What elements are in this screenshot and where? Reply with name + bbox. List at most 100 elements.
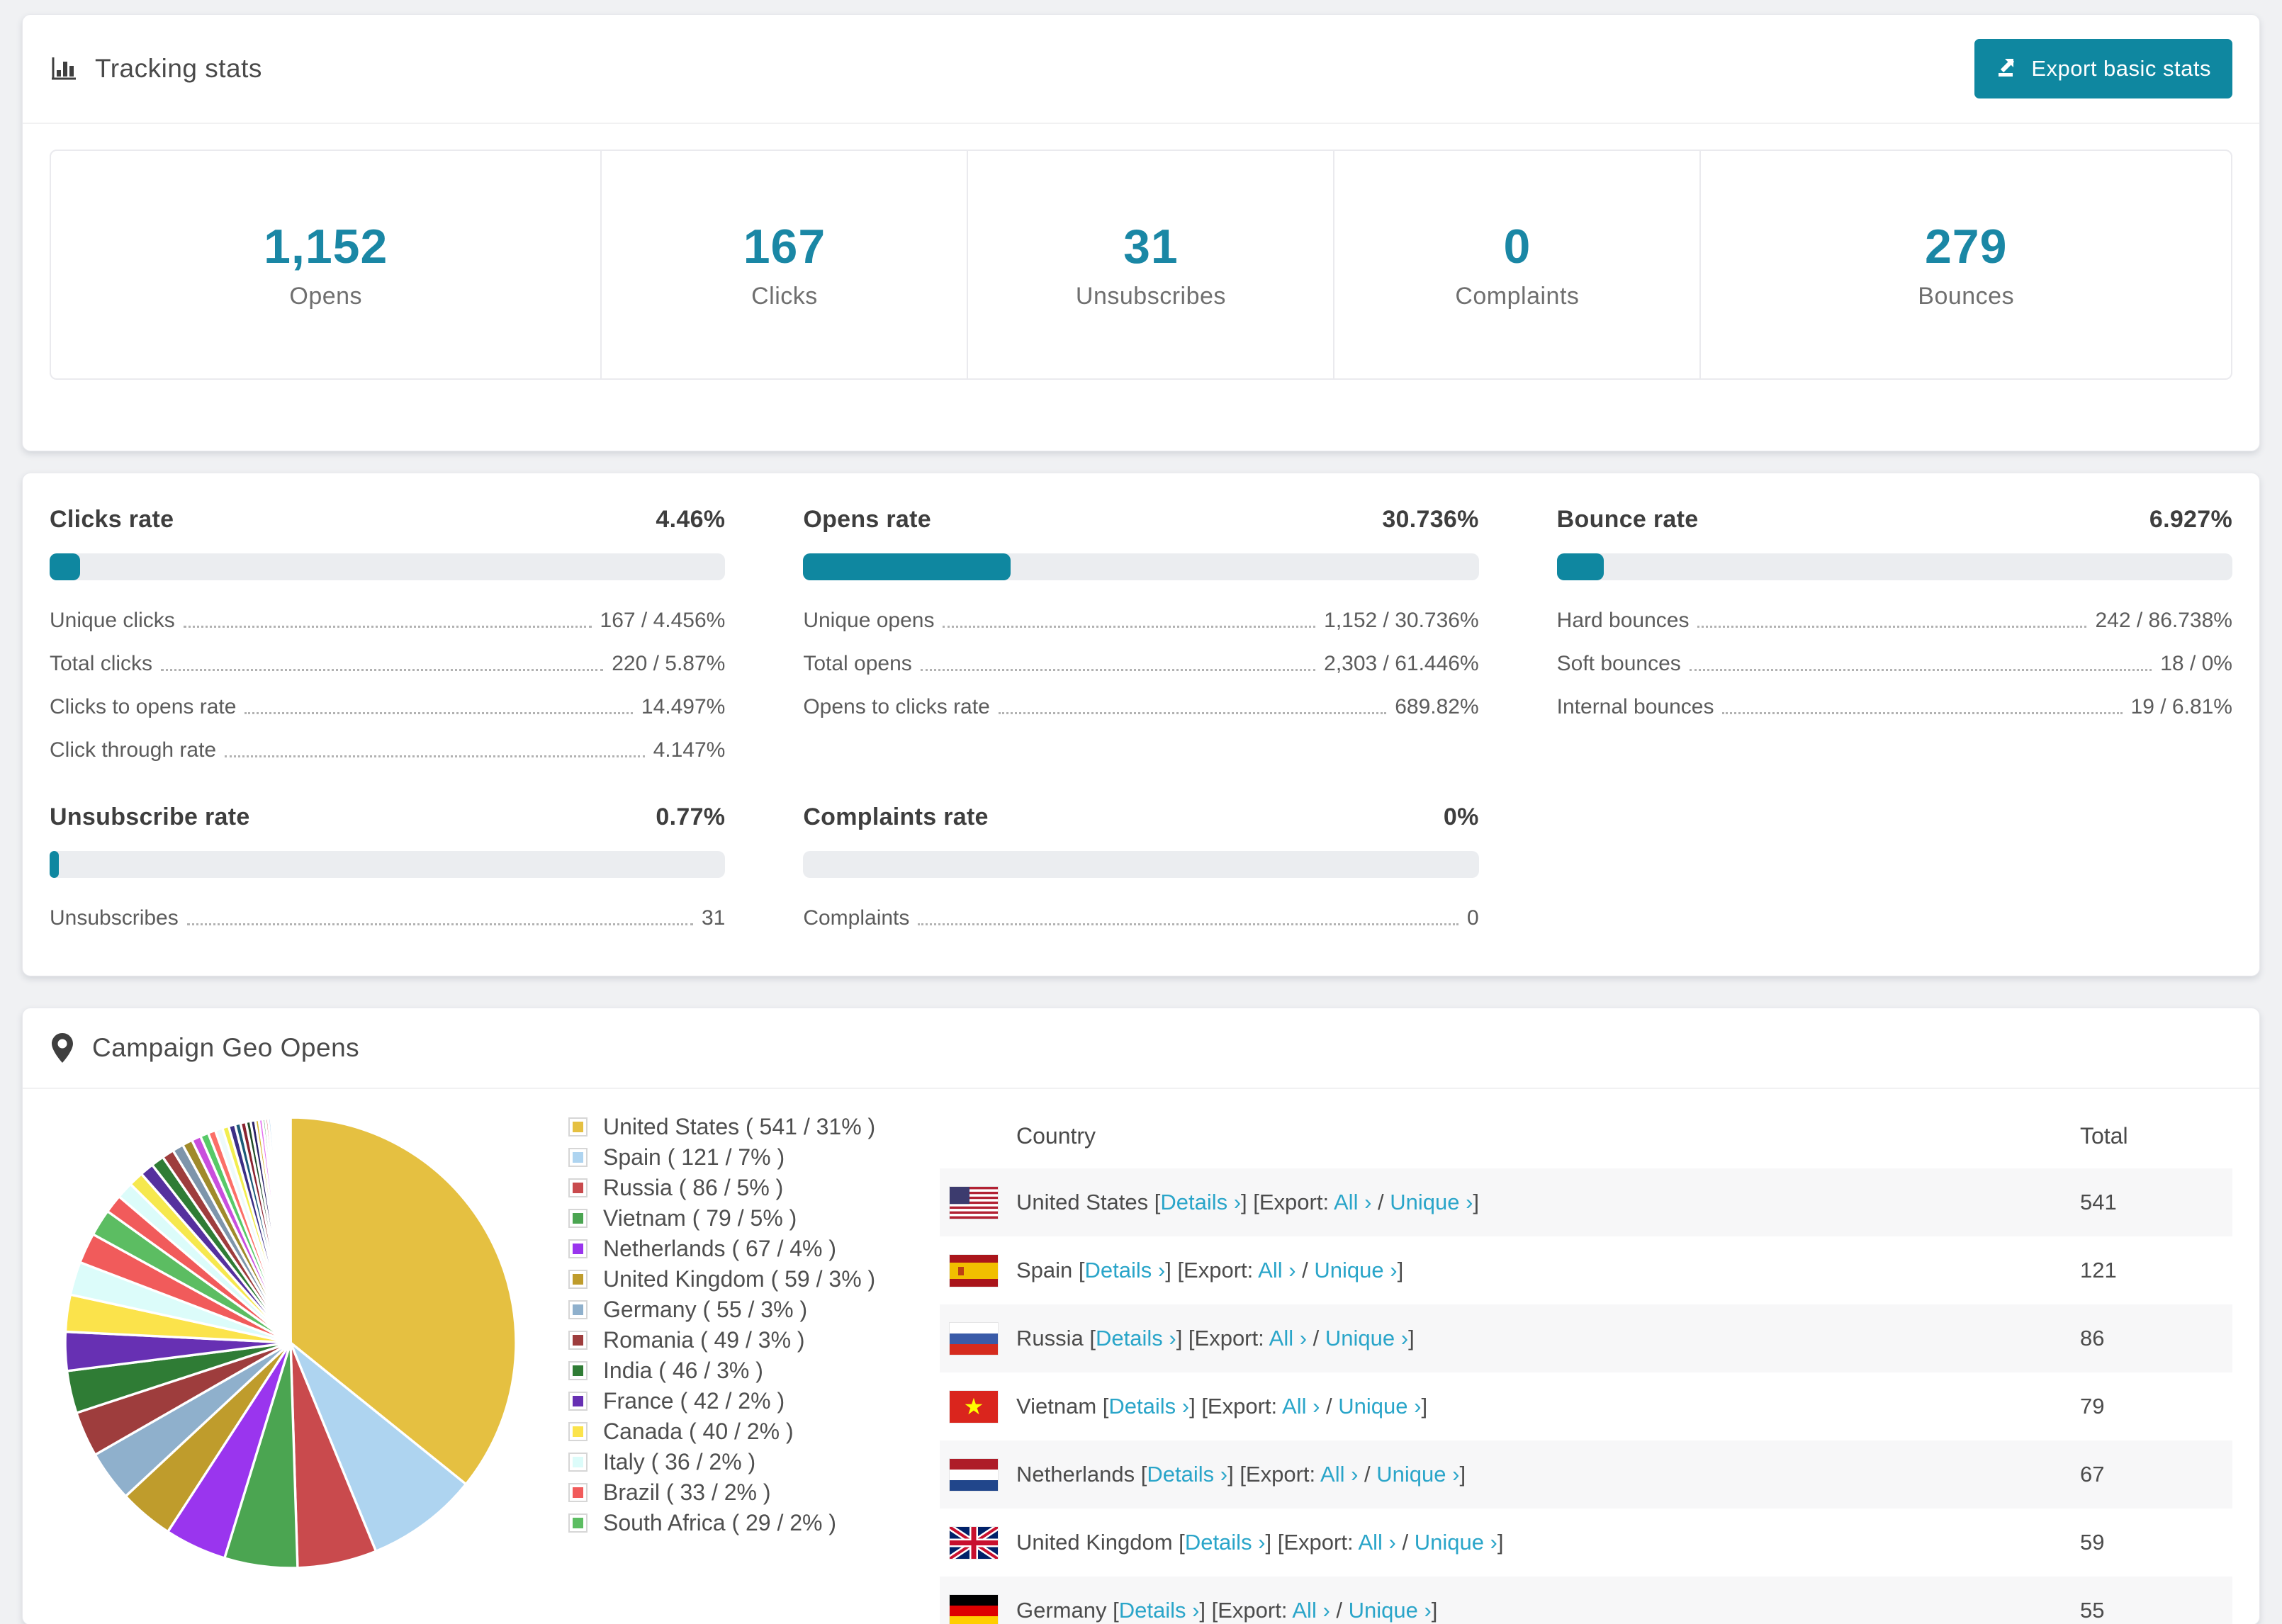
rate-progress-fill — [1556, 553, 1604, 580]
legend-swatch — [568, 1270, 588, 1289]
legend-item[interactable]: Canada ( 40 / 2% ) — [568, 1416, 903, 1447]
nl-flag-icon — [949, 1457, 999, 1492]
details-link[interactable]: Details › — [1108, 1394, 1189, 1419]
export-label: ] [Export: — [1176, 1326, 1269, 1350]
separator: / — [1395, 1530, 1415, 1555]
rate-progress-track — [803, 553, 1479, 580]
rate-detail-value: 167 / 4.456% — [600, 609, 726, 632]
rate-detail-value: 4.147% — [653, 738, 726, 762]
legend-item[interactable]: Russia ( 86 / 5% ) — [568, 1173, 903, 1203]
export-unique-link[interactable]: Unique › — [1325, 1326, 1408, 1350]
campaign-geo-opens-card: Campaign Geo Opens United States ( 541 /… — [22, 1008, 2260, 1624]
rate-section-percent: 30.736% — [1382, 506, 1479, 533]
legend-item[interactable]: India ( 46 / 3% ) — [568, 1355, 903, 1386]
legend-item[interactable]: Vietnam ( 79 / 5% ) — [568, 1203, 903, 1234]
uk-flag-icon — [949, 1526, 999, 1560]
details-link[interactable]: Details › — [1185, 1530, 1266, 1555]
legend-swatch — [568, 1331, 588, 1350]
rate-section-opens-rate: Opens rate 30.736% Unique opens 1,152 / 30.… — [803, 506, 1479, 762]
rate-section-percent: 0.77% — [656, 803, 726, 830]
export-unique-link[interactable]: Unique › — [1390, 1190, 1473, 1214]
rate-section-title: Opens rate — [803, 506, 931, 533]
dotted-leader — [1722, 712, 2123, 714]
export-all-link[interactable]: All › — [1292, 1598, 1330, 1623]
details-link[interactable]: Details › — [1085, 1258, 1166, 1282]
rate-detail-value: 18 / 0% — [2160, 652, 2232, 675]
svg-text:★: ★ — [964, 1394, 984, 1419]
details-link[interactable]: Details › — [1119, 1598, 1200, 1623]
legend-swatch — [568, 1209, 588, 1228]
geo-table-row: Germany [Details ›] [Export: All › / Uni… — [940, 1577, 2232, 1624]
country-flag-cell — [940, 1594, 1016, 1624]
legend-item[interactable]: Spain ( 121 / 7% ) — [568, 1142, 903, 1173]
geo-pie-svg[interactable] — [50, 1102, 532, 1584]
rate-detail-row: Total clicks 220 / 5.87% — [50, 652, 725, 676]
rate-progress-track — [1556, 553, 2232, 580]
dotted-leader — [225, 755, 645, 757]
details-link[interactable]: Details › — [1096, 1326, 1176, 1350]
stat-value: 31 — [1123, 220, 1179, 274]
rate-detail-value: 19 / 6.81% — [2130, 695, 2232, 718]
stat-value: 167 — [743, 220, 826, 274]
country-total: 79 — [2080, 1394, 2105, 1419]
rate-detail-label: Unsubscribes — [50, 906, 179, 930]
export-unique-link[interactable]: Unique › — [1415, 1530, 1497, 1555]
legend-item[interactable]: Italy ( 36 / 2% ) — [568, 1447, 903, 1477]
legend-item[interactable]: Brazil ( 33 / 2% ) — [568, 1477, 903, 1508]
export-all-link[interactable]: All › — [1269, 1326, 1307, 1350]
rate-progress-fill — [50, 851, 60, 878]
legend-item[interactable]: Netherlands ( 67 / 4% ) — [568, 1234, 903, 1264]
dotted-leader — [943, 626, 1316, 628]
rate-detail-label: Hard bounces — [1556, 609, 1690, 632]
stat-box-opens: 1,152 Opens — [51, 151, 600, 378]
legend-label: Italy ( 36 / 2% ) — [603, 1449, 756, 1474]
dotted-leader — [998, 712, 1387, 714]
export-all-link[interactable]: All › — [1334, 1190, 1371, 1214]
rate-progress-fill — [803, 553, 1011, 580]
details-link[interactable]: Details › — [1147, 1462, 1227, 1487]
export-unique-link[interactable]: Unique › — [1314, 1258, 1397, 1282]
legend-item[interactable]: France ( 42 / 2% ) — [568, 1386, 903, 1416]
rate-detail-value: 1,152 / 30.736% — [1324, 609, 1479, 632]
dotted-leader — [920, 669, 1316, 671]
tracking-stats-title-text: Tracking stats — [95, 54, 262, 83]
legend-label: Romania ( 49 / 3% ) — [603, 1327, 805, 1353]
country-cell: Netherlands [Details ›] [Export: All › /… — [1016, 1462, 2080, 1487]
legend-item[interactable]: United Kingdom ( 59 / 3% ) — [568, 1264, 903, 1295]
legend-item[interactable]: Germany ( 55 / 3% ) — [568, 1295, 903, 1325]
rate-detail-label: Opens to clicks rate — [803, 695, 990, 718]
legend-item[interactable]: South Africa ( 29 / 2% ) — [568, 1508, 903, 1538]
legend-swatch — [568, 1239, 588, 1258]
country-cell: Vietnam [Details ›] [Export: All › / Uni… — [1016, 1394, 2080, 1419]
legend-label: United Kingdom ( 59 / 3% ) — [603, 1266, 876, 1292]
export-all-link[interactable]: All › — [1358, 1530, 1395, 1555]
us-flag-icon — [949, 1185, 999, 1219]
legend-item[interactable]: Romania ( 49 / 3% ) — [568, 1325, 903, 1355]
legend-label: India ( 46 / 3% ) — [603, 1358, 763, 1383]
details-link[interactable]: Details › — [1160, 1190, 1241, 1214]
stats-summary-row: 1,152 Opens 167 Clicks 31 Unsubscribes 0 Compla… — [50, 150, 2232, 380]
rate-section-percent: 6.927% — [2149, 506, 2232, 533]
export-unique-link[interactable]: Unique › — [1349, 1598, 1432, 1623]
legend-label: South Africa ( 29 / 2% ) — [603, 1510, 837, 1535]
legend-item[interactable]: United States ( 541 / 31% ) — [568, 1112, 903, 1142]
legend-swatch — [568, 1148, 588, 1167]
rate-detail-label: Total opens — [803, 652, 912, 675]
export-unique-link[interactable]: Unique › — [1376, 1462, 1459, 1487]
export-all-link[interactable]: All › — [1282, 1394, 1320, 1419]
export-basic-stats-button[interactable]: Export basic stats — [1974, 39, 2232, 98]
export-all-link[interactable]: All › — [1258, 1258, 1295, 1282]
export-unique-link[interactable]: Unique › — [1338, 1394, 1421, 1419]
legend-label: Netherlands ( 67 / 4% ) — [603, 1236, 837, 1261]
rate-detail-value: 242 / 86.738% — [2095, 609, 2232, 632]
geo-pie-chart[interactable] — [50, 1102, 532, 1584]
rate-section-unsubscribe-rate: Unsubscribe rate 0.77% Unsubscribes 31 — [50, 803, 726, 930]
rate-detail-row: Unique opens 1,152 / 30.736% — [803, 609, 1478, 633]
rate-progress-track — [50, 553, 726, 580]
rate-detail-row: Opens to clicks rate 689.82% — [803, 695, 1478, 719]
country-cell: United Kingdom [Details ›] [Export: All … — [1016, 1530, 2080, 1555]
legend-swatch — [568, 1117, 588, 1137]
export-all-link[interactable]: All › — [1320, 1462, 1358, 1487]
rate-detail-label: Soft bounces — [1556, 652, 1681, 675]
rate-detail-value: 31 — [701, 906, 726, 930]
